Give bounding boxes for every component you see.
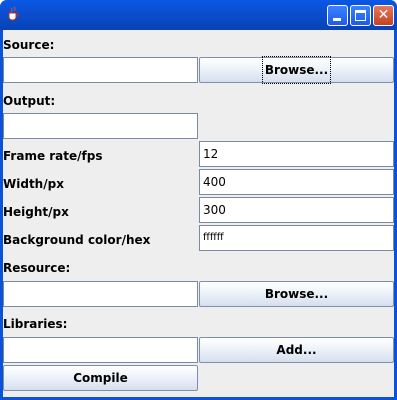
maximize-icon bbox=[355, 10, 366, 21]
source-browse-label: Browse... bbox=[261, 56, 332, 84]
maximize-button[interactable] bbox=[350, 5, 371, 26]
add-library-button[interactable]: Add... bbox=[199, 337, 394, 363]
application-window: ✕ Source: Browse... Output: Frame rate/f… bbox=[0, 0, 397, 400]
libraries-input[interactable] bbox=[3, 337, 198, 363]
frame-rate-input[interactable]: 12 bbox=[199, 141, 394, 167]
compile-button[interactable]: Compile bbox=[3, 365, 198, 391]
height-label: Height/px bbox=[3, 205, 69, 219]
output-label: Output: bbox=[3, 94, 56, 108]
source-browse-button[interactable]: Browse... bbox=[199, 56, 394, 84]
width-label: Width/px bbox=[3, 177, 64, 191]
resource-browse-label: Browse... bbox=[264, 287, 329, 301]
resource-input[interactable] bbox=[3, 281, 198, 307]
background-color-input[interactable]: ffffff bbox=[199, 225, 394, 251]
minimize-icon bbox=[333, 18, 341, 21]
java-cup-icon bbox=[8, 6, 19, 21]
compile-label: Compile bbox=[73, 371, 128, 385]
frame-rate-label: Frame rate/fps bbox=[3, 149, 103, 163]
close-button[interactable]: ✕ bbox=[373, 5, 394, 26]
height-input[interactable]: 300 bbox=[199, 197, 394, 223]
resource-browse-button[interactable]: Browse... bbox=[199, 281, 394, 307]
add-library-label: Add... bbox=[276, 343, 317, 357]
background-color-label: Background color/hex bbox=[3, 233, 151, 247]
title-bar[interactable]: ✕ bbox=[0, 0, 397, 30]
source-input[interactable] bbox=[3, 57, 198, 83]
resource-label: Resource: bbox=[3, 261, 71, 275]
close-icon: ✕ bbox=[377, 7, 390, 23]
libraries-label: Libraries: bbox=[3, 317, 68, 331]
minimize-button[interactable] bbox=[327, 5, 348, 26]
form-panel: Source: Browse... Output: Frame rate/fps… bbox=[3, 30, 394, 397]
output-input[interactable] bbox=[3, 113, 198, 139]
width-input[interactable]: 400 bbox=[199, 169, 394, 195]
source-label: Source: bbox=[3, 38, 55, 52]
